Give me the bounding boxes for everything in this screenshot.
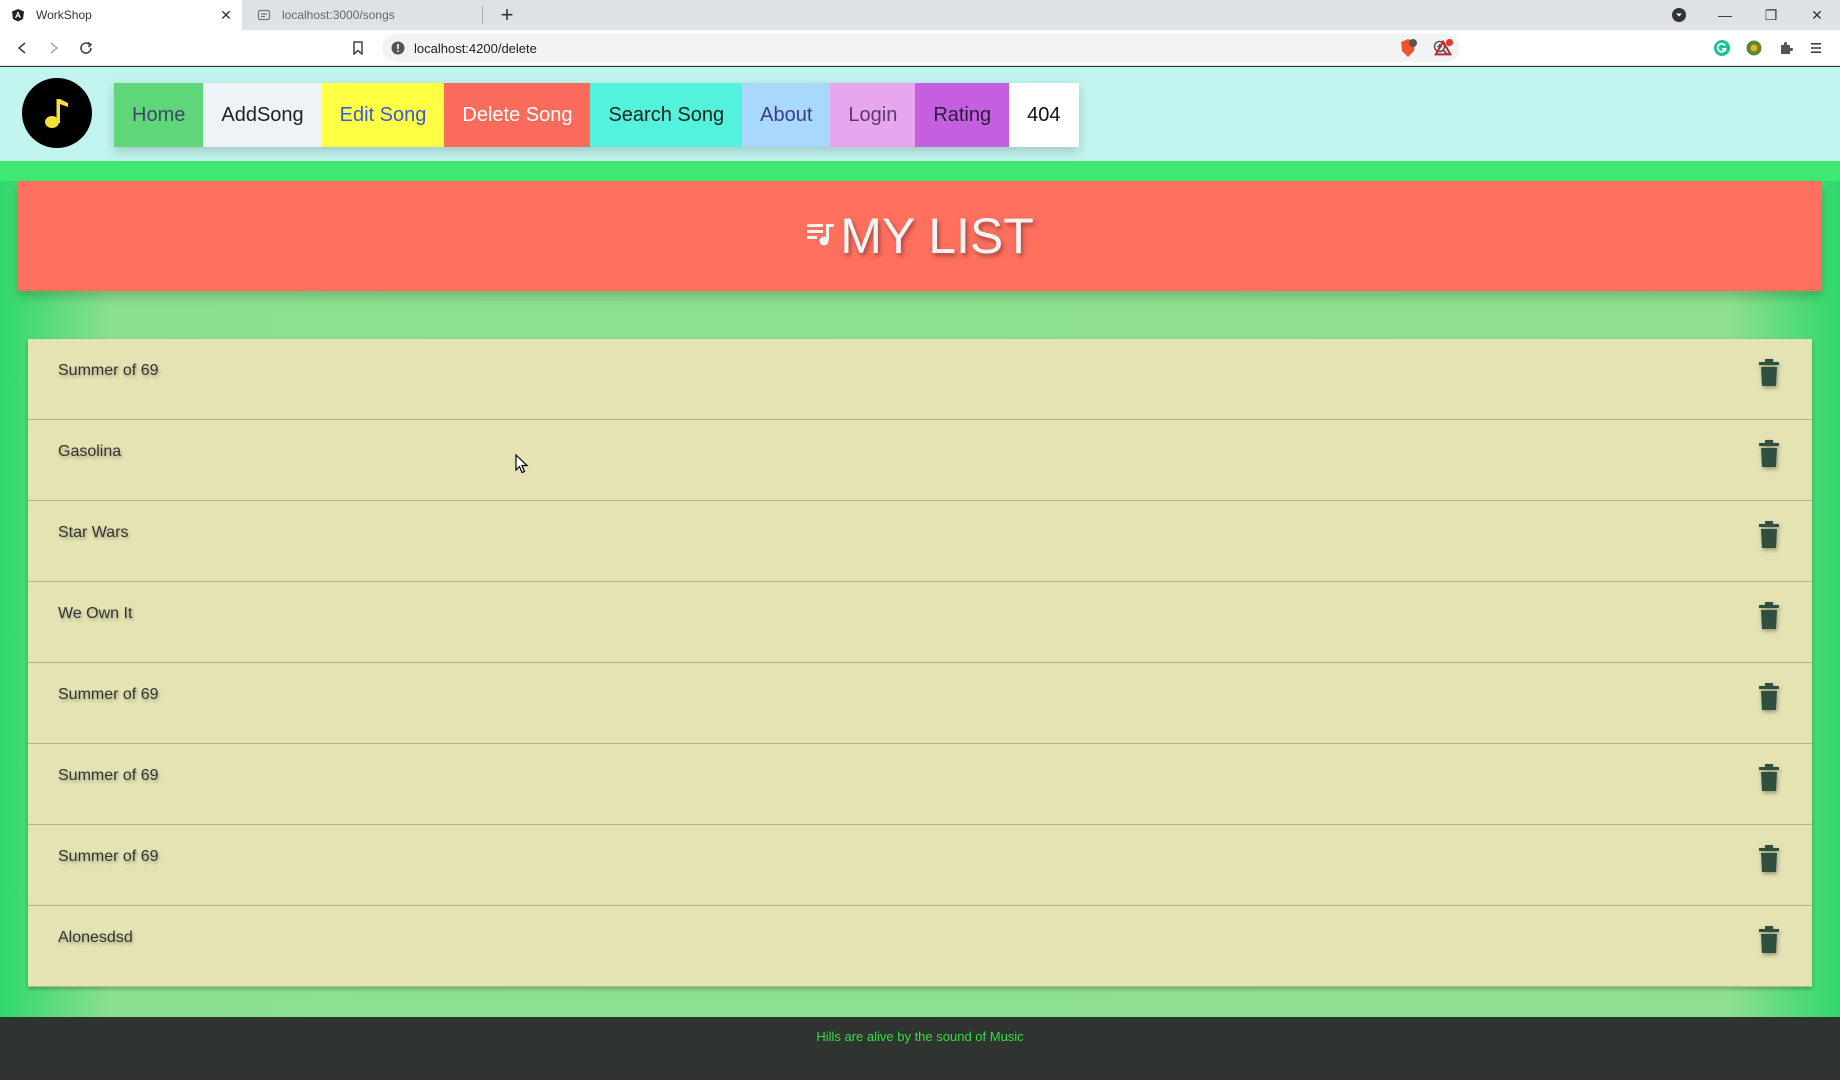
- address-bar[interactable]: localhost:4200/delete: [382, 34, 1460, 62]
- song-list: Summer of 69 Gasolina Star Wars We Own It Su…: [28, 339, 1812, 987]
- song-row: Summer of 69: [28, 825, 1812, 906]
- footer: Hills are alive by the sound of Music: [0, 1017, 1840, 1080]
- queue-music-icon: [807, 224, 835, 246]
- menu-icon[interactable]: [1806, 38, 1826, 58]
- song-row: Summer of 69: [28, 339, 1812, 420]
- song-row: We Own It: [28, 582, 1812, 663]
- song-name: Alonesdsd: [58, 929, 133, 946]
- trash-icon[interactable]: [1758, 359, 1780, 387]
- nav-delete-song[interactable]: Delete Song: [444, 83, 591, 147]
- forward-icon[interactable]: [42, 36, 66, 60]
- back-icon[interactable]: [10, 36, 34, 60]
- page-title: MY LIST: [840, 208, 1034, 264]
- song-row: Summer of 69: [28, 744, 1812, 825]
- url-text: localhost:4200/delete: [414, 41, 537, 56]
- tab-title: WorkShop: [36, 8, 92, 22]
- browser-toolbar: localhost:4200/delete: [0, 30, 1840, 66]
- nav-rating[interactable]: Rating: [915, 83, 1010, 147]
- tab-workshop[interactable]: WorkShop ✕: [0, 0, 242, 30]
- extension-globe-icon[interactable]: [1744, 38, 1764, 58]
- tab-separator: [482, 6, 483, 24]
- nav-login[interactable]: Login: [830, 83, 916, 147]
- song-row: Alonesdsd: [28, 906, 1812, 987]
- mouse-cursor-icon: [515, 454, 529, 474]
- grammarly-icon[interactable]: [1712, 38, 1732, 58]
- trash-icon[interactable]: [1758, 845, 1780, 873]
- tab-songs[interactable]: localhost:3000/songs: [246, 0, 482, 30]
- song-name: Summer of 69: [58, 686, 159, 703]
- bookmark-icon[interactable]: [346, 36, 370, 60]
- footer-text: Hills are alive by the sound of Music: [816, 1029, 1024, 1044]
- extensions-puzzle-icon[interactable]: [1776, 38, 1796, 58]
- music-note-logo-icon[interactable]: [22, 78, 92, 148]
- restore-icon[interactable]: ❐: [1748, 0, 1794, 30]
- nav-home[interactable]: Home: [114, 83, 204, 147]
- site-info-icon[interactable]: [390, 40, 406, 56]
- trash-icon[interactable]: [1758, 602, 1780, 630]
- nav-addsong[interactable]: AddSong: [203, 83, 322, 147]
- brave-rewards-icon[interactable]: [1434, 38, 1454, 58]
- song-name: Gasolina: [58, 443, 122, 460]
- song-row: Gasolina: [28, 420, 1812, 501]
- page-icon: [256, 7, 272, 23]
- my-list-banner: MY LIST: [18, 181, 1822, 291]
- window-close-icon[interactable]: ✕: [1794, 0, 1840, 30]
- song-name: Summer of 69: [58, 362, 159, 379]
- nav-404[interactable]: 404: [1009, 83, 1079, 147]
- reload-icon[interactable]: [74, 36, 98, 60]
- trash-icon[interactable]: [1758, 764, 1780, 792]
- new-tab-icon[interactable]: +: [494, 2, 520, 28]
- nav-search-song[interactable]: Search Song: [590, 83, 743, 147]
- song-row: Star Wars: [28, 501, 1812, 582]
- main-nav: Home AddSong Edit Song Delete Song Search So…: [114, 83, 1079, 147]
- brave-shield-icon[interactable]: [1398, 38, 1418, 58]
- song-row: Summer of 69: [28, 663, 1812, 744]
- trash-icon[interactable]: [1758, 521, 1780, 549]
- nav-about[interactable]: About: [742, 83, 831, 147]
- angular-icon: [10, 7, 26, 23]
- trash-icon[interactable]: [1758, 926, 1780, 954]
- nav-edit-song[interactable]: Edit Song: [321, 83, 445, 147]
- tab-close-icon[interactable]: ✕: [216, 7, 236, 24]
- song-name: Star Wars: [58, 524, 129, 541]
- song-name: Summer of 69: [58, 848, 159, 865]
- song-name: We Own It: [58, 605, 133, 622]
- app-header: Home AddSong Edit Song Delete Song Search So…: [0, 67, 1840, 161]
- minimize-icon[interactable]: —: [1702, 0, 1748, 30]
- browser-tab-bar: WorkShop ✕ localhost:3000/songs + — ❐ ✕: [0, 0, 1840, 30]
- trash-icon[interactable]: [1758, 683, 1780, 711]
- tab-search-icon[interactable]: [1656, 0, 1702, 30]
- song-name: Summer of 69: [58, 767, 159, 784]
- tab-title: localhost:3000/songs: [282, 8, 395, 22]
- trash-icon[interactable]: [1758, 440, 1780, 468]
